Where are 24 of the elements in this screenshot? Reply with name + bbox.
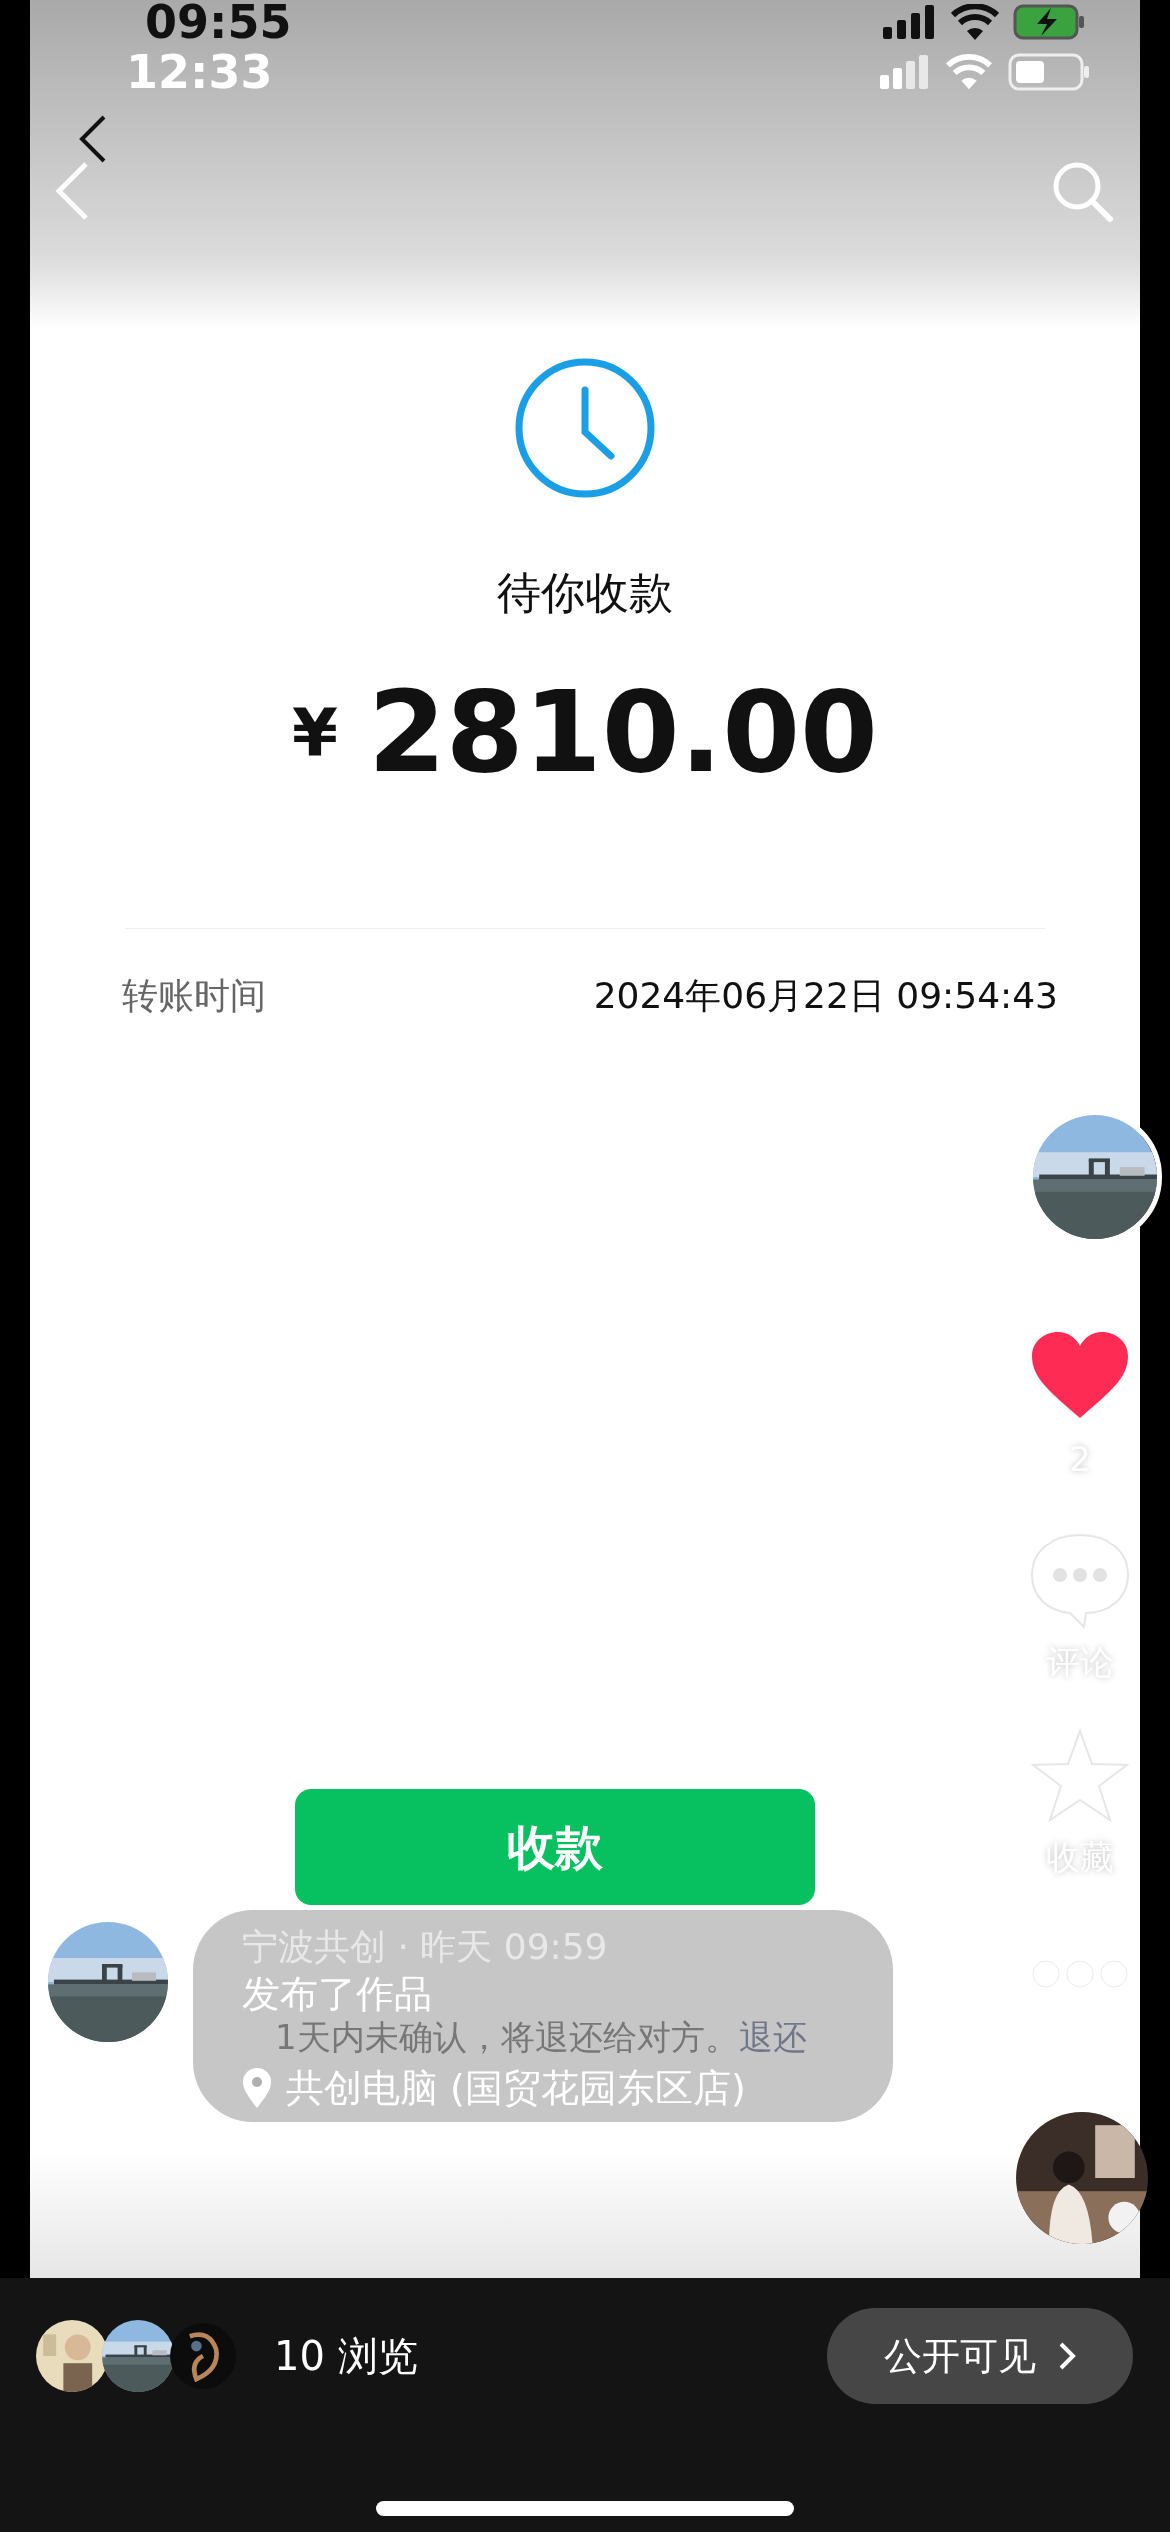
back-icon[interactable] bbox=[78, 114, 108, 164]
view-count[interactable]: 10 浏览 bbox=[274, 2326, 418, 2386]
visibility-button[interactable]: 公开可见 bbox=[827, 2308, 1133, 2404]
transfer-time-value: 2024年06月22日 09:54:43 bbox=[593, 974, 1058, 1018]
transfer-amount: 2810.00 bbox=[367, 676, 879, 788]
comment-icon[interactable] bbox=[1030, 1533, 1130, 1629]
status-time: 09:55 bbox=[145, 0, 292, 45]
chevron-right-icon bbox=[1058, 2341, 1076, 2371]
transfer-time-label: 转账时间 bbox=[122, 974, 266, 1018]
status-time: 12:33 bbox=[126, 49, 273, 95]
battery-icon bbox=[1008, 53, 1090, 91]
heart-icon[interactable] bbox=[1030, 1330, 1130, 1420]
post-action: 发布了作品 bbox=[242, 1973, 433, 2015]
signal-icon bbox=[883, 5, 937, 39]
wifi-icon bbox=[946, 54, 992, 90]
wifi-icon bbox=[951, 4, 999, 40]
star-icon[interactable] bbox=[1030, 1728, 1130, 1824]
transfer-status: 待你收款 bbox=[497, 566, 673, 620]
location-pin-icon bbox=[242, 2068, 272, 2108]
clock-icon bbox=[513, 356, 657, 500]
refund-notice: 1天内未确认，将退还给对方。退还 bbox=[275, 2018, 807, 2056]
battery-charging-icon bbox=[1013, 4, 1085, 40]
currency-symbol: ¥ bbox=[291, 692, 338, 773]
signal-icon bbox=[880, 55, 930, 89]
